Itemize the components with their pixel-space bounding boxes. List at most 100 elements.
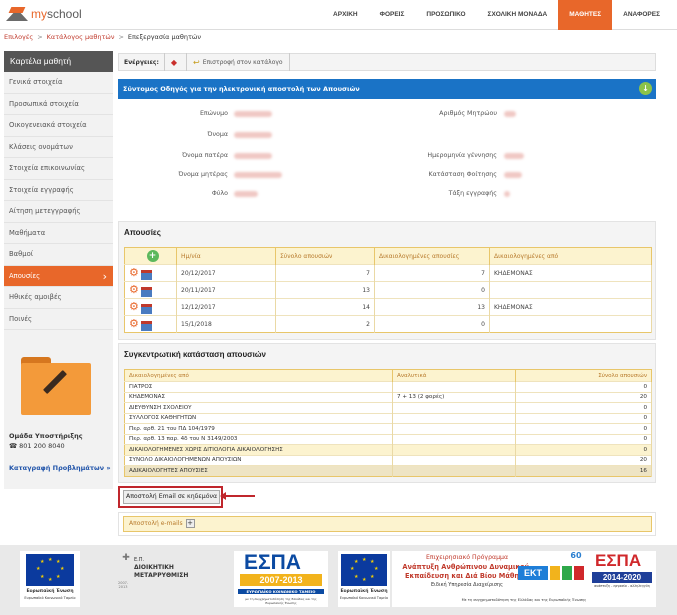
col-total-absences: Σύνολο απουσιών xyxy=(515,369,652,382)
table-row: ΔΙΚΑΙΟΛΟΓΗΜΕΝΕΣ ΧΩΡΙΣ ΔΙΤΙΟΛΟΓΙΑ ΔΙΚΑΙΟΛ… xyxy=(124,444,652,455)
summary-table: Δικαιολογημένες από Αναλυτικά Σύνολο απο… xyxy=(124,369,652,477)
table-row: Περ. αρθ. 21 του ΠΔ 104/1979 0 xyxy=(124,423,652,434)
col-justified: Δικαιολογημένες απουσίες xyxy=(374,247,490,265)
calendar-icon[interactable] xyxy=(140,286,152,297)
guide-bar[interactable]: Σύντομος Οδηγός για την ηλεκτρονική αποσ… xyxy=(118,79,656,99)
sidebar: Καρτέλα μαθητή Γενικά στοιχεία Προσωπικά… xyxy=(4,51,113,489)
support-title: Ομάδα Υποστήριξης xyxy=(9,432,83,440)
label-attendance-status: Κατάσταση Φοίτησης xyxy=(428,171,497,178)
col-justified-by: Δικαιολογημένες από xyxy=(124,369,393,382)
gear-icon[interactable]: ⚙ xyxy=(129,317,139,330)
sidebar-item-name-classes[interactable]: Κλάσεις ονομάτων xyxy=(4,137,113,158)
redacted-value xyxy=(234,132,272,138)
label-name: Όνομα xyxy=(207,131,228,138)
cross-icon: ✚ xyxy=(122,553,130,563)
pointer-arrow-icon xyxy=(220,492,255,500)
label-gender: Φύλο xyxy=(211,190,228,197)
eu-logo-1: ★ ★ ★ ★ ★ ★ ★ ★ Ευρωπαϊκή Ένωση Ευρωπαϊκό Κοινω… xyxy=(20,551,80,607)
label-registry-number: Αριθμός Μητρώου xyxy=(439,110,497,117)
admin-reform-logo: ✚ Ε.Π. ΔΙΟΙΚΗΤΙΚΗ ΜΕΤΑΡΡΥΘΜΙΣΗ 2007-2013 xyxy=(114,551,206,607)
breadcrumb-current: Επεξεργασία μαθητών xyxy=(127,33,202,41)
breadcrumb: Επιλογές > Κατάλογος μαθητών > Επεξεργασία μ… xyxy=(4,33,202,41)
calendar-icon[interactable] xyxy=(140,269,152,280)
logo-text: myschool xyxy=(31,7,82,21)
sidebar-item-contact[interactable]: Στοιχεία επικοινωνίας xyxy=(4,158,113,180)
espa-2007-2013-logo: ΕΣΠΑ 2007-2013 ΕΥΡΩΠΑΪΚΟ ΚΟΙΝΩΝΙΚΟ ΤΑΜΕΙ… xyxy=(234,551,328,607)
sidebar-item-courses[interactable]: Μαθήματα xyxy=(4,223,113,244)
main-nav: ΑΡΧΙΚΗ ΦΟΡΕΙΣ ΠΡΟΣΩΠΙΚΟ ΣΧΟΛΙΚΗ ΜΟΝΑΔΑ Μ… xyxy=(322,0,671,30)
nav-school-unit[interactable]: ΣΧΟΛΙΚΗ ΜΟΝΑΔΑ xyxy=(477,0,559,30)
ep-program-logo: Επιχειρησιακό Πρόγραμμα Ανάπτυξη Ανθρώπι… xyxy=(392,551,656,607)
top-bar: myschool ΑΡΧΙΚΗ ΦΟΡΕΙΣ ΠΡΟΣΩΠΙΚΟ ΣΧΟΛΙΚΗ… xyxy=(0,0,677,30)
report-problems-link[interactable]: Καταγραφή Προβλημάτων » xyxy=(9,464,111,472)
gear-icon[interactable]: ⚙ xyxy=(129,266,139,279)
table-row: Περ. αρθ. 13 παρ. 4δ του Ν 3149/2003 0 xyxy=(124,433,652,445)
table-row: ⚙ 20/12/2017 7 7 ΚΗΔΕΜΟΝΑΣ xyxy=(124,264,652,282)
sidebar-item-family[interactable]: Οικογενειακά στοιχεία xyxy=(4,115,113,137)
nav-home[interactable]: ΑΡΧΙΚΗ xyxy=(322,0,369,30)
eu-flag-icon: ★ ★ ★ ★ ★ ★ ★ ★ xyxy=(26,554,74,586)
ekt-color-block xyxy=(550,566,560,580)
nav-students[interactable]: ΜΑΘΗΤΕΣ xyxy=(558,0,613,30)
email-section: Αποστολή e-mails + xyxy=(118,512,656,536)
label-surname: Επώνυμο xyxy=(199,110,228,117)
absences-title: Απουσίες xyxy=(124,228,161,237)
label-class: Τάξη εγγραφής xyxy=(448,190,497,197)
table-row: ΣΥΛΛΟΓΟΣ ΚΑΘΗΓΗΤΩΝ 0 xyxy=(124,412,652,424)
sidebar-item-grades[interactable]: Βαθμοί xyxy=(4,244,113,266)
nav-reports[interactable]: ΑΝΑΦΟΡΕΣ xyxy=(612,0,671,30)
nav-institutions[interactable]: ΦΟΡΕΙΣ xyxy=(369,0,416,30)
add-absence-button[interactable]: + xyxy=(146,250,159,262)
back-to-list-button[interactable]: ↩ Επιστροφή στον κατάλογο xyxy=(187,58,289,67)
logo-house-icon xyxy=(6,5,28,23)
flag-icon: ◆ xyxy=(170,57,178,67)
email-section-header: Αποστολή e-mails + xyxy=(123,516,652,532)
email-section-title: Αποστολή e-mails xyxy=(129,520,183,527)
sidebar-item-rewards[interactable]: Ηθικές αμοιβές xyxy=(4,287,113,309)
table-row: ⚙ 15/1/2018 2 0 xyxy=(124,315,652,333)
ekt-logo: ΕΚΤ xyxy=(518,566,548,580)
absences-section: Απουσίες + Ημ/νία Σύνολο απουσιών Δικαιο… xyxy=(118,221,656,340)
ekt-color-block xyxy=(562,566,572,580)
breadcrumb-options[interactable]: Επιλογές xyxy=(4,33,33,41)
support-box: Ομάδα Υποστήριξης ☎ 801 200 8040 Καταγρα… xyxy=(9,432,111,472)
sidebar-item-penalties[interactable]: Ποινές xyxy=(4,309,113,330)
folder-icon xyxy=(21,357,91,415)
support-phone: ☎ 801 200 8040 xyxy=(9,442,65,450)
redacted-value xyxy=(504,153,524,159)
download-icon[interactable]: ↓ xyxy=(639,82,652,95)
col-detail: Αναλυτικά xyxy=(392,369,516,382)
summary-section: Συγκεντρωτική κατάσταση απουσιών Δικαιολ… xyxy=(118,343,656,483)
add-email-button[interactable]: + xyxy=(185,519,195,528)
sidebar-item-personal[interactable]: Προσωπικά στοιχεία xyxy=(4,94,113,115)
gear-icon[interactable]: ⚙ xyxy=(129,300,139,313)
col-date: Ημ/νία xyxy=(176,247,276,265)
sidebar-item-general[interactable]: Γενικά στοιχεία xyxy=(4,72,113,94)
send-email-to-guardian-button[interactable]: Αποστολή Email σε κηδεμόνα xyxy=(123,490,220,504)
redacted-value xyxy=(504,172,522,178)
label-birth-date: Ημερομηνία γέννησης xyxy=(427,152,497,159)
nav-staff[interactable]: ΠΡΟΣΩΠΙΚΟ xyxy=(415,0,476,30)
myschool-logo[interactable]: myschool xyxy=(6,5,82,23)
gear-icon[interactable]: ⚙ xyxy=(129,283,139,296)
calendar-icon[interactable] xyxy=(140,320,152,331)
sidebar-item-absences[interactable]: Απουσίες xyxy=(4,265,113,287)
eu-flag-icon: ★ ★ ★ ★ ★ ★ ★ ★ xyxy=(341,554,387,586)
eu-logo-2: ★ ★ ★ ★ ★ ★ ★ ★ Ευρωπαϊκή Ένωση Ευρωπαϊκό Κοινω… xyxy=(338,551,390,607)
table-row: ΑΔΙΚΑΙΟΛΟΓΗΤΕΣ ΑΠΟΥΣΙΕΣ 16 xyxy=(124,465,652,476)
eu-label: Ευρωπαϊκή Ένωση xyxy=(26,589,74,594)
sidebar-title: Καρτέλα μαθητή xyxy=(4,51,113,72)
redacted-value xyxy=(234,111,272,117)
sidebar-item-enrollment[interactable]: Στοιχεία εγγραφής xyxy=(4,180,113,201)
col-justified-by: Δικαιολογημένες από xyxy=(489,247,652,265)
summary-title: Συγκεντρωτική κατάσταση απουσιών xyxy=(124,350,266,359)
breadcrumb-student-list[interactable]: Κατάλογος μαθητών xyxy=(47,33,115,41)
flag-button[interactable]: ◆ xyxy=(165,58,186,67)
table-row: ΓΙΑΤΡΟΣ 0 xyxy=(124,381,652,392)
sidebar-item-transfer[interactable]: Αίτηση μετεγγραφής xyxy=(4,201,113,223)
redacted-value xyxy=(504,191,510,197)
footer-logos: ★ ★ ★ ★ ★ ★ ★ ★ Ευρωπαϊκή Ένωση Ευρωπαϊκό Κοινω… xyxy=(0,545,677,615)
table-row: ΚΗΔΕΜΟΝΑΣ 7 + 13 (2 φορές) 20 xyxy=(124,391,652,403)
label-father-name: Όνομα πατέρα xyxy=(182,152,228,159)
calendar-icon[interactable] xyxy=(140,303,152,314)
